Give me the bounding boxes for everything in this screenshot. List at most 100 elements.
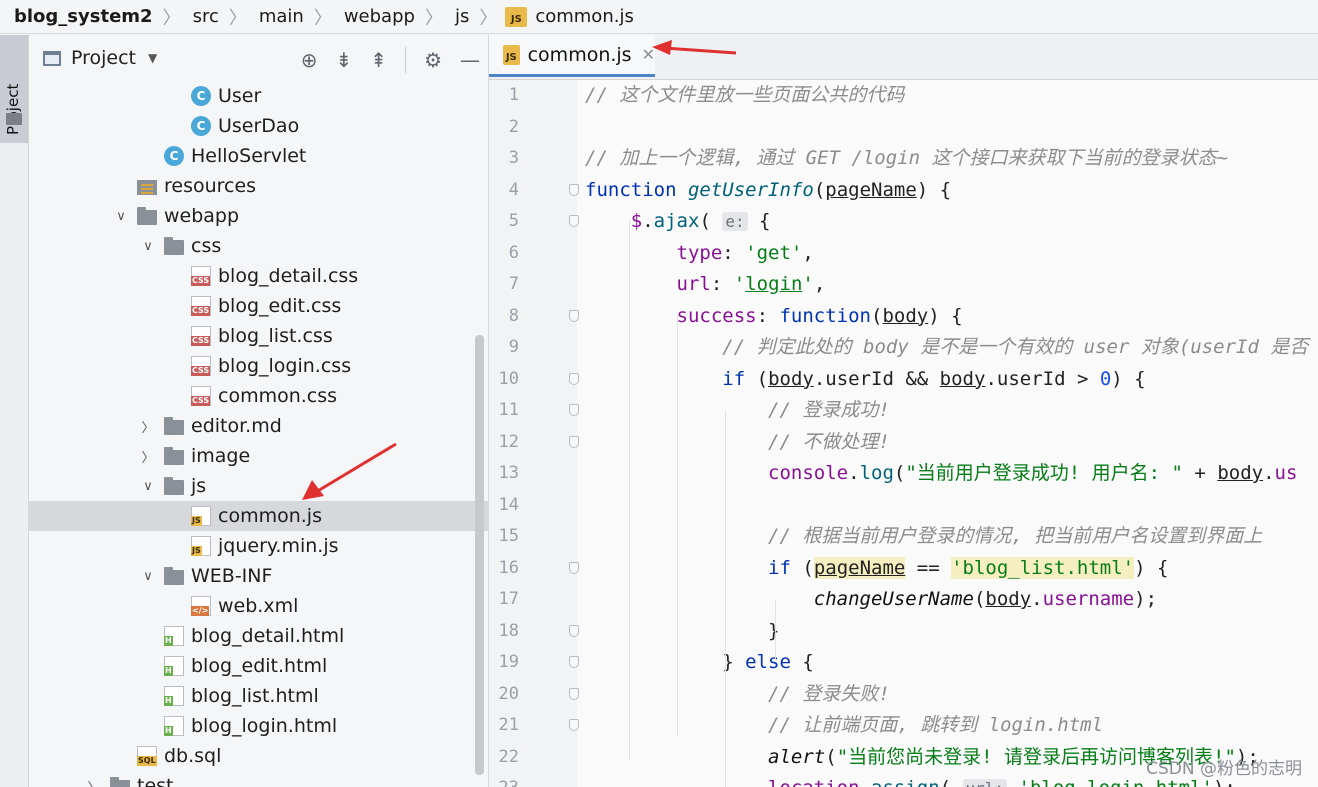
code-line[interactable]: 17 changeUserName(body.username); [489,584,1318,615]
tree-item[interactable]: CSS blog_login.css [29,351,488,381]
tree-item[interactable]: </> web.xml [29,591,488,621]
toolbar-divider [405,47,407,73]
breadcrumb-item[interactable]: src 〉 [189,4,255,30]
fold-marker-icon[interactable] [569,404,579,416]
code-line[interactable]: 14 [489,490,1318,521]
line-number: 7 [508,274,519,294]
breadcrumb-label: blog_system2 [14,6,153,27]
code-line[interactable]: 10 if (body.userId && body.userId > 0) { [489,364,1318,395]
tree-item[interactable]: ∨ js [29,471,488,501]
collapse-all-icon[interactable]: ⇞ [370,48,387,72]
folder-icon [164,446,184,466]
code-line[interactable]: 12 // 不做处理! [489,427,1318,458]
line-number: 6 [508,242,519,263]
code-text: } [585,619,780,642]
tree-item-label: jquery.min.js [218,535,339,557]
breadcrumb-item[interactable]: webapp 〉 [340,4,451,30]
tree-item[interactable]: ∨ WEB-INF [29,561,488,591]
breadcrumb-item[interactable]: JS common.js [505,6,638,27]
tab-common-js[interactable]: JS common.js ✕ [489,35,655,77]
tree-item[interactable]: 〉 test [29,771,488,787]
code-line[interactable]: 15 // 根据当前用户登录的情况, 把当前用户名设置到界面上 [489,521,1318,552]
code-line[interactable]: 3 // 加上一个逻辑, 通过 GET /login 这个接口来获取下当前的登录状… [489,143,1318,174]
chevron-right-icon[interactable]: 〉 [138,447,158,466]
tree-item[interactable]: CSS common.css [29,381,488,411]
breadcrumb-item[interactable]: blog_system2 〉 [14,4,189,30]
code-line[interactable]: 5 $.ajax( e: { [489,206,1318,237]
fold-marker-icon[interactable] [569,561,579,574]
project-tool-tab[interactable]: Project [0,35,28,143]
breadcrumb-item[interactable]: main 〉 [255,4,340,30]
code-line[interactable]: 6 type: 'get', [489,238,1318,269]
fold-marker-icon[interactable] [569,656,579,668]
tree-item[interactable]: Hblog_edit.html [29,651,488,681]
tree-item[interactable]: CSS blog_edit.css [29,291,488,321]
chevron-down-icon[interactable]: ∨ [138,239,158,254]
fold-marker-icon[interactable] [569,435,579,448]
tree-item-label: test [137,775,174,787]
code-line[interactable]: 13 console.log("当前用户登录成功! 用户名: " + body.… [489,458,1318,489]
code-text: function getUserInfo(pageName) { [585,178,952,201]
line-number: 1 [508,85,519,105]
code-line[interactable]: 18 } [489,616,1318,647]
tree-item[interactable]: JS common.js [29,501,488,531]
expand-all-icon[interactable]: ⇟ [336,48,353,72]
tab-label: common.js [527,43,632,66]
tree-item[interactable]: C UserDao [29,111,488,141]
chevron-down-icon[interactable]: ∨ [138,479,158,494]
code-line[interactable]: 21 // 让前端页面, 跳转到 login.html [489,710,1318,741]
gear-icon[interactable]: ⚙ [424,48,442,72]
tree-item[interactable]: Hblog_list.html [29,681,488,711]
code-line[interactable]: 19 } else { [489,647,1318,678]
code-text: // 让前端页面, 跳转到 login.html [768,714,1104,736]
code-line[interactable]: 9 // 判定此处的 body 是不是一个有效的 user 对象(userId … [489,332,1318,363]
code-text: // 根据当前用户登录的情况, 把当前用户名设置到界面上 [768,525,1263,547]
fold-marker-icon[interactable] [569,719,579,731]
chevron-right-icon[interactable]: 〉 [138,417,158,436]
code-line[interactable]: 8 success: function(body) { [489,301,1318,332]
line-number: 9 [508,337,519,357]
code-line[interactable]: 1 // 这个文件里放一些页面公共的代码 [489,80,1318,111]
tree-item[interactable]: SQL db.sql [29,741,488,771]
fold-marker-icon[interactable] [569,215,579,227]
tree-item[interactable]: CSS blog_list.css [29,321,488,351]
project-view-selector[interactable]: Project [71,47,136,69]
code-line[interactable]: 20 // 登录失败! [489,679,1318,710]
tree-item[interactable]: C User [29,81,488,111]
class-icon: C [191,86,211,106]
code-line[interactable]: 2 [489,112,1318,143]
fold-marker-icon[interactable] [569,372,579,385]
tree-item[interactable]: CSS blog_detail.css [29,261,488,291]
chevron-down-icon[interactable]: ▼ [148,51,157,65]
code-line[interactable]: 7 url: 'login', [489,269,1318,300]
code-editor[interactable]: 1// 这个文件里放一些页面公共的代码 2 3// 加上一个逻辑, 通过 GET /… [489,80,1318,787]
chevron-down-icon[interactable]: ∨ [138,569,158,584]
code-line[interactable]: 16 if (pageName == 'blog_list.html') { [489,553,1318,584]
tree-item[interactable]: ∨ webapp [29,201,488,231]
tree-item[interactable]: Hblog_login.html [29,711,488,741]
tree-item[interactable]: 〉 editor.md [29,411,488,441]
locate-file-icon[interactable]: ⊕ [301,48,318,72]
hide-panel-icon[interactable]: — [460,48,480,72]
chevron-down-icon[interactable]: ∨ [111,209,131,224]
fold-marker-icon[interactable] [569,183,579,196]
line-number: 16 [498,557,519,578]
code-line[interactable]: 4 function getUserInfo(pageName) { [489,175,1318,206]
folder-icon [137,206,157,226]
tree-item[interactable]: JS jquery.min.js [29,531,488,561]
tree-item[interactable]: resources [29,171,488,201]
tree-item[interactable]: Hblog_detail.html [29,621,488,651]
scrollbar[interactable] [475,335,484,775]
tree-item[interactable]: C HelloServlet [29,141,488,171]
chevron-right-icon[interactable]: 〉 [84,777,104,787]
fold-marker-icon[interactable] [569,624,579,637]
tree-item[interactable]: 〉 image [29,441,488,471]
sql-file-icon: SQL [137,746,157,766]
project-panel-header: Project ▼ ⊕ ⇟ ⇞ ⚙ — [29,35,488,81]
fold-marker-icon[interactable] [569,309,579,322]
breadcrumb-item[interactable]: js 〉 [451,4,505,30]
fold-marker-icon[interactable] [569,687,579,700]
code-line[interactable]: 11 // 登录成功! [489,395,1318,426]
line-number: 17 [498,589,519,609]
tree-item[interactable]: ∨ css [29,231,488,261]
